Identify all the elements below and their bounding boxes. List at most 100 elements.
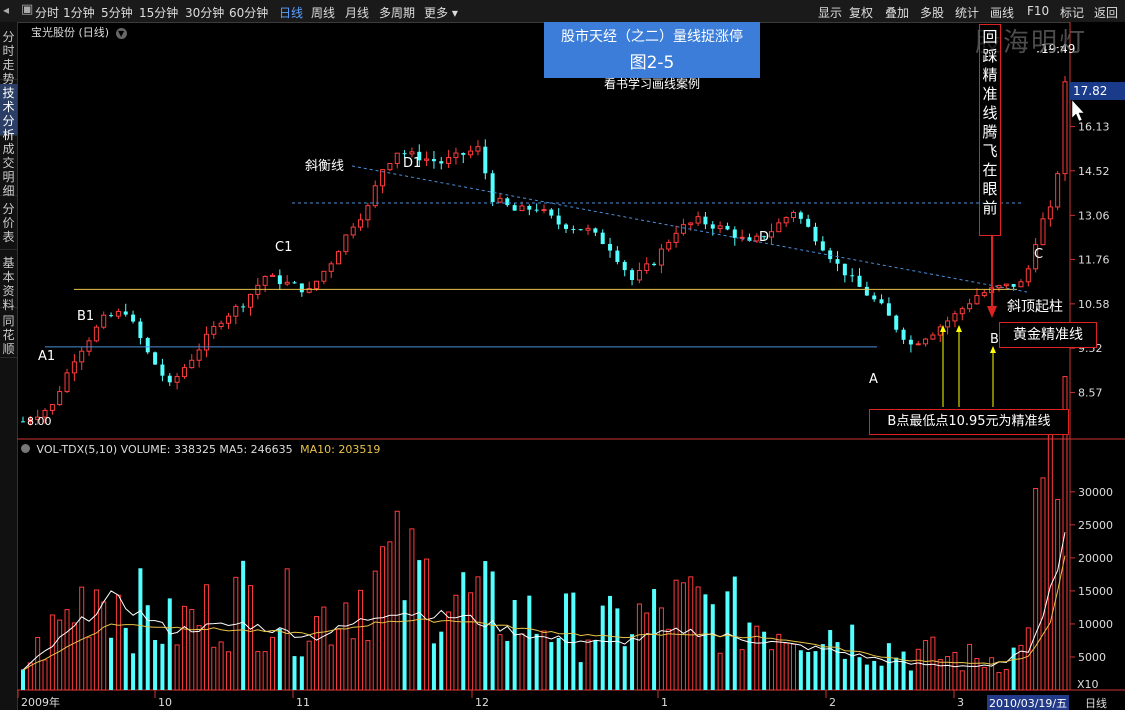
volume-bar <box>461 572 466 690</box>
volume-bar <box>505 640 510 690</box>
chevron-down-icon[interactable]: ▼ <box>115 28 127 39</box>
candle-body <box>1018 281 1024 288</box>
volume-bar <box>710 604 715 690</box>
candle-body <box>211 326 217 335</box>
period-3[interactable]: 15分钟 <box>139 4 178 21</box>
candle-body <box>461 153 466 155</box>
candle-body <box>739 236 745 239</box>
volume-bar <box>703 594 708 690</box>
toolbar-button-2[interactable]: 叠加 <box>885 4 909 21</box>
toolbar-button-4[interactable]: 统计 <box>955 4 979 21</box>
slant-line <box>351 165 1028 293</box>
sidebar-tab-0[interactable]: 分时走势 <box>0 28 17 86</box>
toolbar-button-8[interactable]: 返回 <box>1094 4 1118 21</box>
candle-body <box>820 241 825 251</box>
volume-bar <box>732 576 737 690</box>
candle-body <box>424 158 430 161</box>
volume-bar <box>981 666 987 691</box>
toolbar-button-6[interactable]: F10 <box>1027 4 1049 18</box>
candle-body <box>835 259 840 264</box>
candle-body <box>138 321 143 339</box>
volume-bar <box>247 585 253 691</box>
volume-bar <box>1003 669 1009 691</box>
volume-bar <box>123 627 128 690</box>
toolbar-button-1[interactable]: 复权 <box>849 4 873 21</box>
period-7[interactable]: 周线 <box>311 4 335 21</box>
volume-bar <box>372 570 378 691</box>
candle-body <box>1003 283 1009 287</box>
candle-body <box>292 282 297 284</box>
candle-body <box>284 281 290 285</box>
candle-body <box>269 274 275 277</box>
period-9[interactable]: 多周期 <box>379 4 415 21</box>
volume-bar <box>644 612 650 691</box>
sidebar-tab-4[interactable]: 基本资料 <box>0 254 17 312</box>
candle-body <box>409 151 415 155</box>
candle-body <box>160 364 165 376</box>
candle-body <box>564 224 569 229</box>
date-tick-4: 1 <box>661 696 668 709</box>
volume-bar <box>717 652 723 691</box>
candle-body <box>174 376 180 383</box>
candle-body <box>578 229 583 231</box>
candle-body <box>131 314 136 322</box>
volume-bar <box>497 634 503 691</box>
stock-title[interactable]: 宝光股份 (日线) ▼ <box>31 24 127 40</box>
volume-bar <box>1025 627 1031 691</box>
period-2[interactable]: 5分钟 <box>101 4 133 21</box>
candle-body <box>453 152 459 159</box>
period-6[interactable]: 日线 <box>279 4 303 21</box>
volume-bar <box>358 589 364 691</box>
volume-bar <box>768 649 774 691</box>
period-10[interactable]: 更多 ▾ <box>424 4 458 21</box>
candle-body <box>86 340 92 352</box>
candle-body <box>497 197 503 203</box>
period-4[interactable]: 30分钟 <box>185 4 224 21</box>
sidebar-tab-5[interactable]: 同花顺 <box>0 312 17 358</box>
title-line-2: 图2-5 <box>629 53 675 73</box>
candle-body <box>196 349 202 361</box>
b-point-note: B点最低点10.95元为精准线 <box>869 409 1069 435</box>
d1-label: D1 <box>403 156 421 171</box>
toolbar-button-3[interactable]: 多股 <box>920 4 944 21</box>
sidebar-tab-3[interactable]: 分价表 <box>0 200 17 250</box>
volume-toggle-icon[interactable] <box>21 444 30 453</box>
period-1[interactable]: 1分钟 <box>63 4 95 21</box>
volume-bar <box>680 582 686 691</box>
menu-icon[interactable]: ◂ <box>3 3 9 17</box>
candle-body <box>571 228 576 230</box>
chart-toggle-icon[interactable]: ▣ <box>21 2 33 17</box>
volume-bar <box>203 584 209 691</box>
volume-bar <box>688 576 694 691</box>
date-tick-0: 2009年 <box>21 695 60 709</box>
toolbar-button-5[interactable]: 画线 <box>990 4 1014 21</box>
volume-bar <box>35 637 41 691</box>
volume-bar <box>813 651 818 690</box>
volume-bar <box>652 589 657 690</box>
volume-bar <box>828 630 833 690</box>
volume-bar <box>747 622 752 690</box>
candle-body <box>974 295 980 305</box>
candle-body <box>446 157 452 164</box>
candle-body <box>806 218 811 227</box>
volume-bar <box>541 630 547 691</box>
volume-bar <box>762 631 767 690</box>
period-5[interactable]: 60分钟 <box>229 4 268 21</box>
sidebar-tab-1[interactable]: 技术分析 <box>0 84 17 142</box>
volume-bar <box>189 609 195 691</box>
volume-bar <box>695 586 701 691</box>
candle-body <box>394 152 400 164</box>
toolbar-button-7[interactable]: 标记 <box>1060 4 1084 21</box>
candle-body <box>21 421 25 423</box>
d-label: D <box>759 230 769 245</box>
candle-body <box>64 372 70 393</box>
period-0[interactable]: 分时 <box>35 4 59 21</box>
candle-body <box>872 295 877 300</box>
sidebar-tab-2[interactable]: 成交明细 <box>0 140 17 198</box>
volume-bar <box>945 656 951 691</box>
volume-bar <box>241 560 246 690</box>
toolbar-button-0[interactable]: 显示 <box>818 4 842 21</box>
volume-bar <box>57 619 63 691</box>
top-toolbar: ◂ ▣ 分时 1分钟 5分钟 15分钟 30分钟 60分钟 日线 周线 月线 多周期 更多 ▾ 显示… <box>0 0 1125 23</box>
period-8[interactable]: 月线 <box>345 4 369 21</box>
